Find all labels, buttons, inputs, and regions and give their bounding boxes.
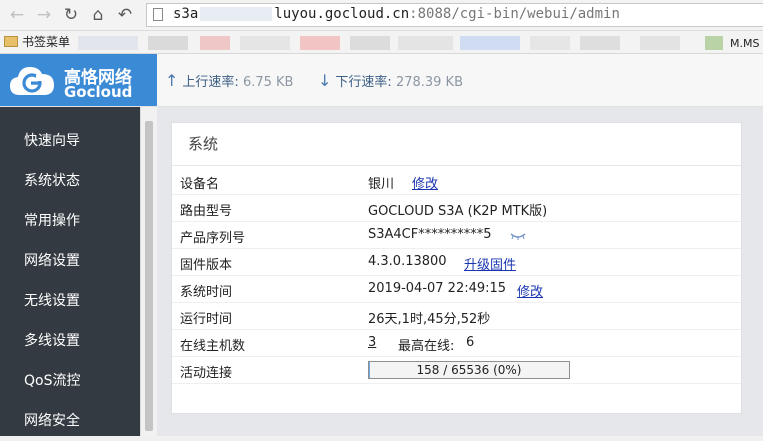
browser-toolbar: ← → ↻ ⌂ ↶ s3a luyou.gocloud.cn:8088/cgi-b… [0,0,763,31]
sidebar-item-network-settings[interactable]: 网络设置 [0,241,140,281]
hosts-peak-value: 6 [466,335,474,350]
scrollbar-thumb[interactable] [145,121,153,431]
time-value: 2019-04-07 22:49:15 [368,281,506,296]
connections-label: 活动连接 [180,362,232,381]
bookmarks-folder[interactable]: 书签菜单 [4,34,70,50]
upload-speed: ↑ 上行速率: 6.75 KB [165,71,293,90]
redacted-bookmark[interactable] [580,36,620,50]
upload-value: 6.75 KB [243,75,294,90]
uptime-value: 26天,1时,45分,52秒 [368,308,490,327]
row-model: 路由型号 GOCLOUD S3A (K2P MTK版) [172,195,741,222]
address-text: s3a luyou.gocloud.cn:8088/cgi-bin/webui/a… [173,6,620,22]
firmware-value: 4.3.0.13800 [368,254,447,269]
uptime-label: 运行时间 [180,308,232,327]
home-icon[interactable]: ⌂ [87,4,109,26]
reload-button[interactable]: ↻ [60,4,82,26]
connections-progress-text: 158 / 65536 (0%) [369,362,569,378]
row-online-hosts: 在线主机数 3 最高在线: 6 [172,330,741,357]
sidebar-item-common-ops[interactable]: 常用操作 [0,201,140,241]
row-system-time: 系统时间 2019-04-07 22:49:15 修改 [172,276,741,303]
sidebar-item-wireless-settings[interactable]: 无线设置 [0,281,140,321]
firmware-label: 固件版本 [180,254,232,273]
url-host: luyou.gocloud.cn [274,6,409,22]
redacted-bookmark[interactable] [200,36,230,50]
redacted-bookmark[interactable] [148,36,188,50]
time-label: 系统时间 [180,281,232,300]
row-serial: 产品序列号 S3A4CF**********5 [172,222,741,249]
folder-icon [4,36,18,47]
redacted-bookmark[interactable] [640,36,680,50]
hosts-online-link[interactable]: 3 [368,335,376,350]
device-name-label: 设备名 [180,173,219,192]
redacted-bookmark[interactable] [300,36,340,50]
upload-label: 上行速率: [182,75,238,90]
sidebar-item-quick-wizard[interactable]: 快速向导 [0,121,140,161]
show-serial-eye-icon[interactable] [510,232,526,240]
forward-button[interactable]: → [33,4,55,26]
redacted-bookmark[interactable] [240,36,290,50]
download-arrow-icon: ↓ [318,71,331,90]
device-name-value: 银川 [368,173,394,192]
model-value: GOCLOUD S3A (K2P MTK版) [368,200,547,219]
sidebar-item-multiline-settings[interactable]: 多线设置 [0,321,140,361]
back-button[interactable]: ← [6,4,28,26]
hosts-label: 在线主机数 [180,335,245,354]
connections-progress-bar: 158 / 65536 (0%) [368,361,570,379]
undo-close-tab-button[interactable]: ↶ [114,4,136,26]
cloud-logo-icon [8,61,56,99]
redacted-bookmark[interactable] [460,36,520,50]
row-device-name: 设备名 银川 修改 [172,168,741,195]
url-port: :8088 [409,6,451,22]
sidebar-scrollbar[interactable] [140,107,157,436]
logo-subtitle: Gocloud [64,83,132,101]
url-path: /cgi-bin/webui/admin [451,6,620,22]
bookmark-item[interactable]: M.MS - [730,37,763,50]
sidebar-item-network-security[interactable]: 网络安全 [0,401,140,441]
serial-label: 产品序列号 [180,227,245,246]
logo[interactable]: 高恪网络 Gocloud [0,54,157,106]
model-label: 路由型号 [180,200,232,219]
download-label: 下行速率: [335,75,391,90]
hosts-peak-label: 最高在线: [398,335,454,354]
url-prefix: s3a [173,6,198,22]
serial-value: S3A4CF**********5 [368,227,492,242]
upload-arrow-icon: ↑ [165,71,178,90]
redacted-bookmark[interactable] [705,36,723,50]
redacted-bookmark[interactable] [398,36,453,50]
download-value: 278.39 KB [396,75,463,90]
sidebar: 快速向导 系统状态 常用操作 网络设置 无线设置 多线设置 QoS流控 网络安全 [0,107,140,436]
address-bar[interactable]: s3a luyou.gocloud.cn:8088/cgi-bin/webui/a… [146,3,763,27]
row-connections: 活动连接 158 / 65536 (0%) [172,357,741,384]
sidebar-item-system-status[interactable]: 系统状态 [0,161,140,201]
upgrade-firmware-link[interactable]: 升级固件 [464,254,516,273]
row-firmware: 固件版本 4.3.0.13800 升级固件 [172,249,741,276]
main-content: 系统 设备名 银川 修改 路由型号 GOCLOUD S3A (K2P MTK版)… [157,107,763,436]
download-speed: ↓ 下行速率: 278.39 KB [318,71,463,90]
edit-time-link[interactable]: 修改 [517,281,543,300]
redacted-bookmark[interactable] [530,36,570,50]
panel-title: 系统 [172,123,741,166]
edit-device-name-link[interactable]: 修改 [412,173,438,192]
redacted-bookmark[interactable] [350,36,390,50]
app-header: 高恪网络 Gocloud ↑ 上行速率: 6.75 KB ↓ 下行速率: 278.3… [0,54,763,107]
system-panel: 系统 设备名 银川 修改 路由型号 GOCLOUD S3A (K2P MTK版)… [171,122,742,414]
page-icon [153,8,163,21]
url-redacted-block [200,7,272,21]
bookmarks-folder-label: 书签菜单 [22,35,70,49]
sidebar-item-qos[interactable]: QoS流控 [0,361,140,401]
redacted-bookmark[interactable] [78,36,138,50]
row-uptime: 运行时间 26天,1时,45分,52秒 [172,303,741,330]
